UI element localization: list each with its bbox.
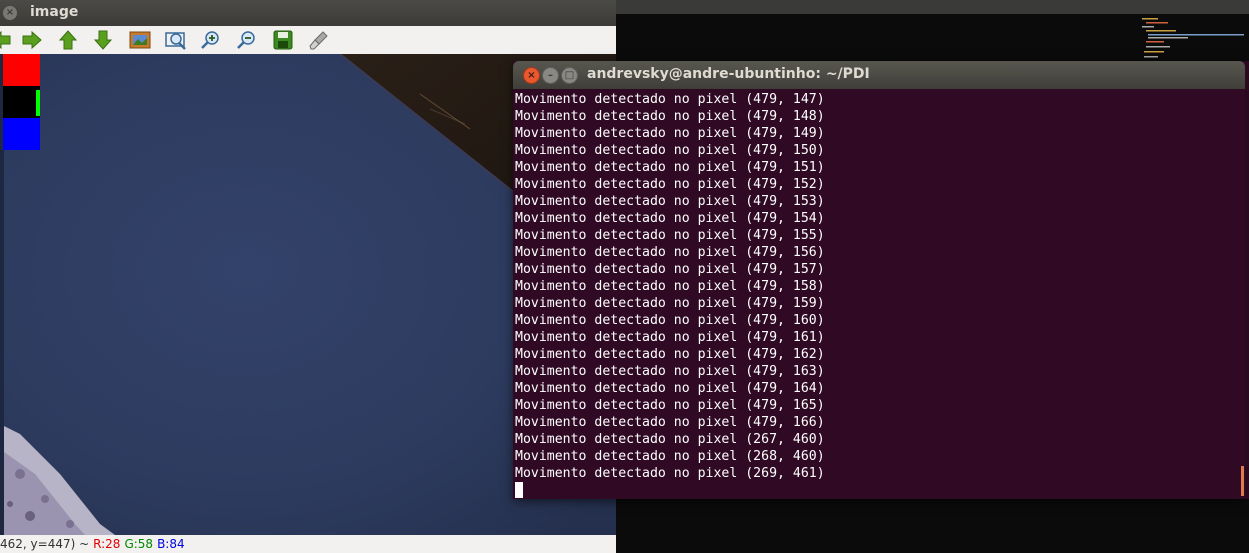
terminal-line: Movimento detectado no pixel (268, 460) xyxy=(515,449,825,464)
terminal-line: Movimento detectado no pixel (479, 151) xyxy=(515,160,825,175)
pan-right-icon xyxy=(22,30,42,50)
terminal-line: Movimento detectado no pixel (479, 155) xyxy=(515,228,825,243)
zoom-region-button[interactable] xyxy=(163,28,189,52)
pan-left-button[interactable] xyxy=(0,28,14,52)
blue-swatch xyxy=(3,118,40,150)
black-swatch xyxy=(3,86,40,118)
background-window-thumbnail xyxy=(1138,16,1248,62)
terminal-line: Movimento detectado no pixel (479, 150) xyxy=(515,143,825,158)
terminal-line: Movimento detectado no pixel (479, 162) xyxy=(515,347,825,362)
status-green: G:58 xyxy=(124,537,154,551)
top-panel xyxy=(616,0,1249,14)
terminal-line: Movimento detectado no pixel (479, 153) xyxy=(515,194,825,209)
image-window-title: image xyxy=(30,4,79,20)
terminal-scrollbar[interactable] xyxy=(1241,466,1244,496)
image-window-titlebar[interactable]: × image xyxy=(0,0,616,26)
zoom-in-button[interactable] xyxy=(198,28,224,52)
terminal-line: Movimento detectado no pixel (479, 158) xyxy=(515,279,825,294)
terminal-line: Movimento detectado no pixel (479, 165) xyxy=(515,398,825,413)
terminal-line: Movimento detectado no pixel (479, 161) xyxy=(515,330,825,345)
zoom-fit-icon xyxy=(129,31,151,49)
status-red: R:28 xyxy=(93,537,121,551)
red-swatch xyxy=(3,54,40,86)
terminal-output[interactable]: Movimento detectado no pixel (479, 147) M… xyxy=(515,91,1235,499)
terminal-close-button[interactable]: × xyxy=(523,67,540,84)
pan-up-button[interactable] xyxy=(55,28,81,52)
terminal-line: Movimento detectado no pixel (479, 157) xyxy=(515,262,825,277)
terminal-line: Movimento detectado no pixel (479, 164) xyxy=(515,381,825,396)
zoom-in-icon xyxy=(201,31,219,49)
terminal-line: Movimento detectado no pixel (479, 154) xyxy=(515,211,825,226)
green-marker xyxy=(36,90,40,116)
image-statusbar: 462, y=447) ~ R:28 G:58 B:84 xyxy=(0,535,616,553)
status-blue: B:84 xyxy=(157,537,185,551)
terminal-line: Movimento detectado no pixel (479, 152) xyxy=(515,177,825,192)
save-icon xyxy=(273,30,293,50)
pan-left-icon xyxy=(0,30,11,50)
terminal-line: Movimento detectado no pixel (479, 159) xyxy=(515,296,825,311)
properties-button[interactable] xyxy=(306,28,332,52)
pan-up-icon xyxy=(58,30,78,50)
terminal-maximize-button[interactable]: □ xyxy=(561,67,578,84)
desktop: × image 462, y=447) ~ R:28 G:58 B:84 × –… xyxy=(0,0,1249,553)
terminal-line: Movimento detectado no pixel (269, 461) xyxy=(515,466,825,481)
terminal-line: Movimento detectado no pixel (479, 163) xyxy=(515,364,825,379)
image-toolbar xyxy=(0,26,616,55)
terminal-prompt-line[interactable] xyxy=(515,482,1235,499)
terminal-line: Movimento detectado no pixel (479, 156) xyxy=(515,245,825,260)
zoom-fit-button[interactable] xyxy=(127,28,153,52)
terminal-line: Movimento detectado no pixel (479, 149) xyxy=(515,126,825,141)
background-window-edge xyxy=(1245,61,1249,499)
terminal-titlebar[interactable]: × – □ andrevsky@andre-ubuntinho: ~/PDI xyxy=(513,61,1245,89)
status-coords: 462, y=447) ~ xyxy=(0,537,90,551)
terminal-line: Movimento detectado no pixel (479, 147) xyxy=(515,92,825,107)
pan-down-button[interactable] xyxy=(90,28,116,52)
terminal-line: Movimento detectado no pixel (479, 166) xyxy=(515,415,825,430)
zoom-out-button[interactable] xyxy=(234,28,260,52)
terminal-line: Movimento detectado no pixel (267, 460) xyxy=(515,432,825,447)
terminal-cursor xyxy=(515,482,523,498)
properties-icon xyxy=(309,31,328,50)
save-button[interactable] xyxy=(270,28,296,52)
zoom-region-icon xyxy=(165,32,186,50)
terminal-title: andrevsky@andre-ubuntinho: ~/PDI xyxy=(587,66,870,82)
terminal-line: Movimento detectado no pixel (479, 160) xyxy=(515,313,825,328)
pan-right-button[interactable] xyxy=(19,28,45,52)
terminal-minimize-button[interactable]: – xyxy=(542,67,559,84)
terminal-window: × – □ andrevsky@andre-ubuntinho: ~/PDI M… xyxy=(513,61,1245,499)
pan-down-icon xyxy=(93,30,113,50)
zoom-out-icon xyxy=(237,31,255,49)
image-window-close-button[interactable]: × xyxy=(3,6,17,20)
terminal-line: Movimento detectado no pixel (479, 148) xyxy=(515,109,825,124)
